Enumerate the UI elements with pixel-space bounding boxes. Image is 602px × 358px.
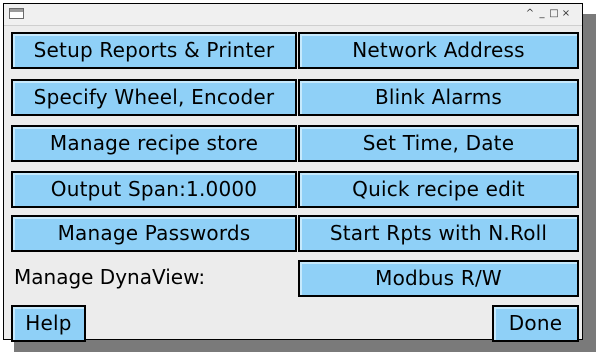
minimize-icon[interactable]: _	[536, 6, 548, 22]
title-bar: ^ _ □ ×	[4, 4, 582, 26]
app-window-icon	[9, 8, 24, 19]
set-time-date-button[interactable]: Set Time, Date	[298, 125, 579, 162]
dialog-window: ^ _ □ × Setup Reports & Printer Specify …	[3, 3, 583, 342]
specify-wheel-encoder-button[interactable]: Specify Wheel, Encoder	[11, 79, 297, 116]
start-rpts-n-roll-button[interactable]: Start Rpts with N.Roll	[298, 215, 579, 252]
manage-passwords-button[interactable]: Manage Passwords	[11, 215, 297, 252]
output-span-button[interactable]: Output Span:1.0000	[11, 171, 297, 208]
manage-dynaview-label: Manage DynaView:	[14, 265, 206, 289]
done-button[interactable]: Done	[492, 305, 579, 342]
quick-recipe-edit-button[interactable]: Quick recipe edit	[298, 171, 579, 208]
setup-reports-printer-button[interactable]: Setup Reports & Printer	[11, 32, 297, 69]
maximize-icon[interactable]: □	[548, 6, 560, 22]
close-icon[interactable]: ×	[560, 6, 572, 22]
help-button[interactable]: Help	[11, 305, 86, 342]
shade-icon[interactable]: ^	[524, 6, 536, 22]
network-address-button[interactable]: Network Address	[298, 32, 579, 69]
blink-alarms-button[interactable]: Blink Alarms	[298, 79, 579, 116]
manage-recipe-store-button[interactable]: Manage recipe store	[11, 125, 297, 162]
modbus-rw-button[interactable]: Modbus R/W	[298, 260, 579, 297]
